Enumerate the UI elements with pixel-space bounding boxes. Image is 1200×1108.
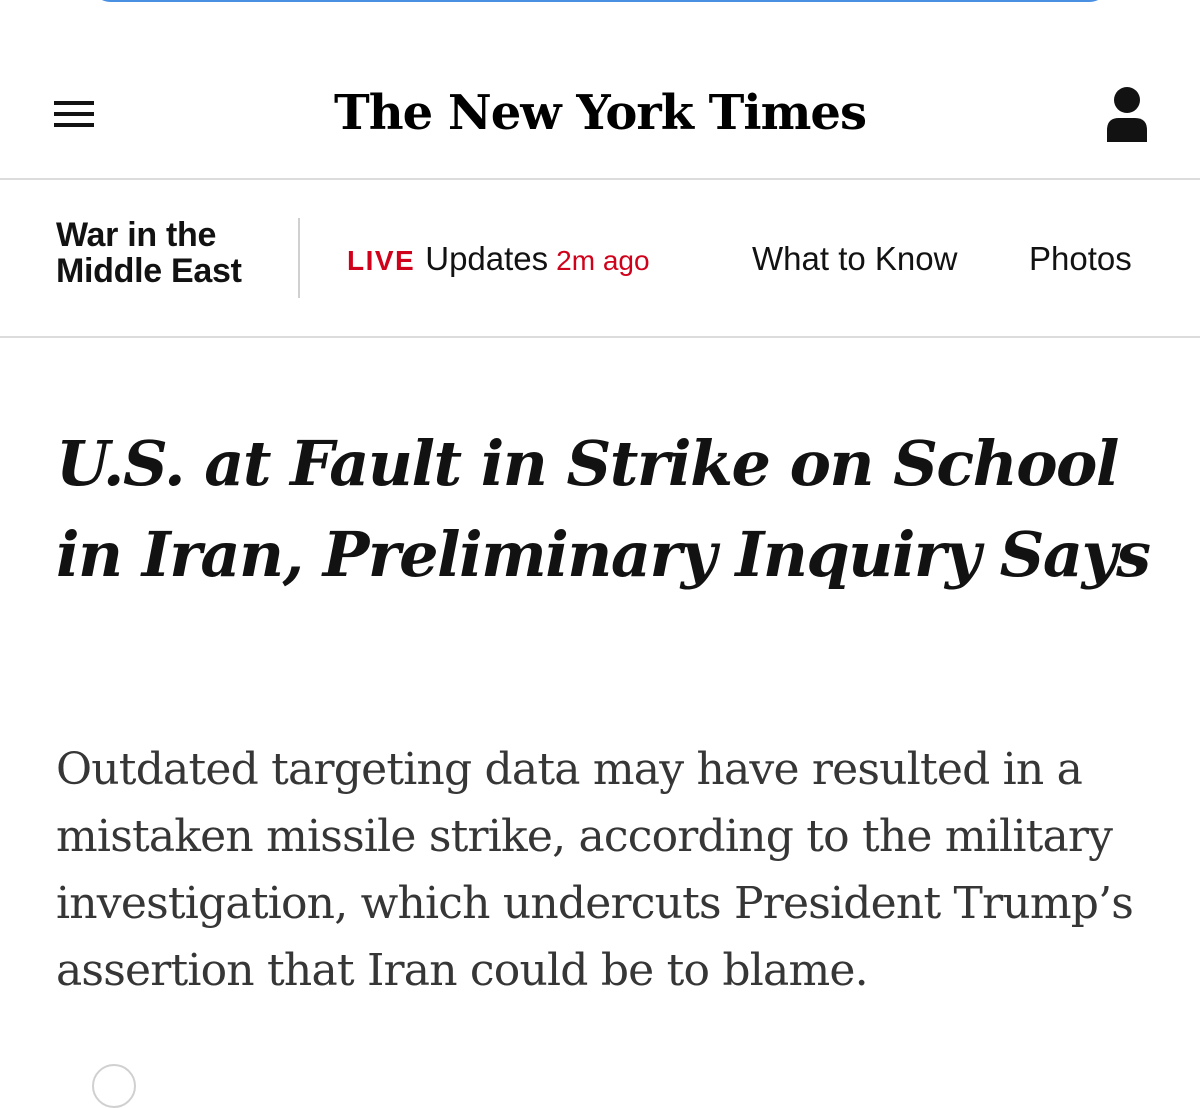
- person-icon[interactable]: [1104, 86, 1150, 142]
- article-headline: U.S. at Fault in Strike on School in Ira…: [56, 427, 1151, 591]
- live-badge: LIVE: [347, 245, 416, 276]
- masthead: The New York Times: [0, 0, 1200, 180]
- section-nav: War in the Middle East LIVE Updates 2m ago…: [0, 180, 1200, 338]
- live-updates-link[interactable]: LIVE Updates 2m ago: [347, 240, 650, 280]
- nav-link-what-to-know[interactable]: What to Know: [752, 240, 957, 278]
- section-divider: [298, 218, 300, 298]
- site-logo[interactable]: The New York Times: [300, 78, 900, 148]
- article-summary: Outdated targeting data may have resulte…: [56, 744, 1134, 996]
- hamburger-menu-icon[interactable]: [54, 101, 94, 131]
- update-timestamp: 2m ago: [556, 245, 650, 276]
- nav-link-photos[interactable]: Photos: [1029, 240, 1132, 278]
- section-title[interactable]: War in the Middle East: [56, 217, 286, 289]
- updates-label: Updates: [425, 240, 549, 277]
- author-avatar: [92, 1064, 136, 1108]
